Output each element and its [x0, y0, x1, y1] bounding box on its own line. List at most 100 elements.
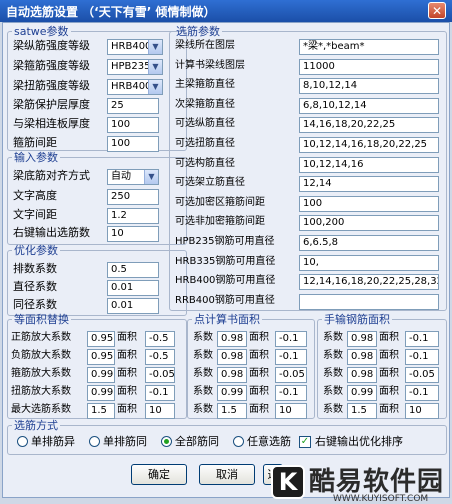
manual-area-area-field[interactable]: -0.1 — [405, 331, 439, 347]
cover-field[interactable]: 25 — [107, 98, 159, 114]
area-label: 面积 — [117, 404, 137, 415]
slab-thickness-label: 与梁相连板厚度 — [13, 117, 90, 130]
title-bar: 自动选筋设置 （‘天下有雪’ 倾情制做） ✕ — [0, 0, 452, 22]
cancel-button[interactable]: 取消 — [199, 464, 255, 485]
text-spacing-field[interactable]: 1.2 — [107, 208, 159, 224]
coef-label: 系数 — [323, 404, 343, 415]
select-param-field[interactable]: 10,12,14,16 — [299, 156, 439, 173]
beam-torsion-grade-select[interactable]: HRB400 ▼ — [107, 79, 163, 95]
manual-area-legend: 手输钢筋面积 — [324, 313, 390, 326]
calc-area-area-field[interactable]: -0.1 — [275, 385, 307, 401]
coef-label: 系数 — [193, 350, 213, 361]
calc-area-coef-field[interactable]: 0.98 — [217, 331, 247, 347]
select-param-field[interactable]: 6,6.5,8 — [299, 235, 439, 251]
manual-area-area-field[interactable]: -0.05 — [405, 367, 439, 383]
method-radio[interactable] — [233, 436, 244, 447]
select-param-label: 可选架立筋直径 — [175, 177, 245, 189]
equal-area-coef-field[interactable]: 0.95 — [87, 331, 115, 347]
manual-area-coef-field[interactable]: 0.98 — [347, 349, 377, 365]
equal-area-area-field[interactable]: -0.1 — [145, 385, 175, 401]
chevron-down-icon: ▼ — [144, 170, 158, 184]
coef-label: 系数 — [193, 332, 213, 343]
method-radio[interactable] — [89, 436, 100, 447]
row-coef-field[interactable]: 0.5 — [107, 262, 159, 278]
input-params-legend: 输入参数 — [14, 151, 58, 164]
text-height-label: 文字高度 — [13, 189, 57, 202]
area-label: 面积 — [379, 368, 399, 379]
calc-area-area-field[interactable]: -0.1 — [275, 349, 307, 365]
close-icon[interactable]: ✕ — [428, 2, 446, 19]
select-params-legend: 选筋参数 — [176, 25, 220, 38]
equal-area-coef-label: 负筋放大系数 — [11, 350, 71, 361]
select-param-field[interactable]: *梁*,*beam* — [299, 39, 439, 55]
select-param-label: 可选纵筋直径 — [175, 118, 235, 130]
equal-area-coef-label: 正筋放大系数 — [11, 332, 71, 343]
ok-button[interactable]: 确定 — [131, 464, 187, 485]
method-radio[interactable] — [17, 436, 28, 447]
right-click-count-field[interactable]: 10 — [107, 226, 159, 242]
coef-label: 系数 — [323, 368, 343, 379]
select-param-field[interactable]: 8,10,12,14 — [299, 78, 439, 95]
watermark-text: 酷易软件园 — [309, 467, 445, 497]
area-label: 面积 — [379, 350, 399, 361]
satwe-legend: satwe参数 — [14, 25, 69, 38]
beam-stirrup-grade-select[interactable]: HPB235 ▼ — [107, 59, 163, 75]
area-label: 面积 — [117, 332, 137, 343]
coef-label: 系数 — [193, 386, 213, 397]
beam-long-grade-select[interactable]: HRB400 ▼ — [107, 39, 163, 55]
select-param-label: HRB335钢筋可用直径 — [175, 255, 276, 267]
select-param-field[interactable]: 11000 — [299, 58, 439, 75]
calc-area-coef-field[interactable]: 0.98 — [217, 349, 247, 365]
select-param-field[interactable] — [299, 293, 439, 310]
area-label: 面积 — [249, 386, 269, 397]
coef-label: 系数 — [323, 350, 343, 361]
select-param-label: 次梁箍筋直径 — [175, 98, 235, 110]
equal-area-coef-field[interactable]: 0.99 — [87, 385, 115, 401]
select-param-field[interactable]: 100 — [299, 195, 439, 212]
calc-area-area-field[interactable]: -0.1 — [275, 331, 307, 347]
equal-area-area-field[interactable]: -0.5 — [145, 349, 175, 365]
beam-torsion-grade-label: 梁扭筋强度等级 — [13, 79, 90, 92]
calc-area-coef-field[interactable]: 0.98 — [217, 367, 247, 383]
diameter-coef-label: 直径系数 — [13, 280, 57, 293]
manual-area-coef-field[interactable]: 0.98 — [347, 331, 377, 347]
select-param-field[interactable]: 12,14,16,18,20,22,25,28,32,36,40 — [299, 274, 439, 291]
calc-area-area-field[interactable]: -0.05 — [275, 367, 307, 383]
area-label: 面积 — [249, 332, 269, 343]
select-param-label: 计算书梁线图层 — [175, 59, 245, 71]
text-height-field[interactable]: 250 — [107, 189, 159, 205]
beam-long-grade-label: 梁纵筋强度等级 — [13, 39, 90, 52]
equal-area-area-field[interactable]: -0.05 — [145, 367, 175, 383]
select-param-label: 主梁箍筋直径 — [175, 79, 235, 91]
equal-area-coef-label: 扭筋放大系数 — [11, 386, 71, 397]
select-param-field[interactable]: 6,8,10,12,14 — [299, 97, 439, 114]
equal-area-area-field[interactable]: -0.5 — [145, 331, 175, 347]
bottom-align-select[interactable]: 自动 ▼ — [107, 169, 159, 185]
optimize-sort-checkbox[interactable]: ✓ — [299, 436, 311, 448]
text-spacing-label: 文字间距 — [13, 208, 57, 221]
equal-area-coef-field[interactable]: 0.99 — [87, 367, 115, 383]
select-param-field[interactable]: 10,12,14,16,18,20,22,25 — [299, 137, 439, 153]
select-param-field[interactable]: 10, — [299, 254, 439, 271]
select-param-field[interactable]: 12,14 — [299, 176, 439, 193]
select-param-label: HRB400钢筋可用直径 — [175, 275, 276, 287]
select-param-label: 梁线所在图层 — [175, 40, 235, 51]
calc-area-coef-field[interactable]: 0.99 — [217, 385, 247, 401]
manual-area-coef-field[interactable]: 0.98 — [347, 367, 377, 383]
select-param-label: HPB235钢筋可用直径 — [175, 236, 275, 247]
diameter-coef-field[interactable]: 0.01 — [107, 280, 159, 296]
method-legend: 选筋方式 — [14, 419, 58, 432]
method-option-label: 任意选筋 — [247, 435, 291, 448]
select-param-field[interactable]: 100,200 — [299, 215, 439, 232]
manual-area-area-field[interactable]: -0.1 — [405, 385, 439, 401]
area-label: 面积 — [379, 404, 399, 415]
method-option-label: 单排筋异 — [31, 435, 75, 448]
equal-area-coef-field[interactable]: 0.95 — [87, 349, 115, 365]
select-param-field[interactable]: 14,16,18,20,22,25 — [299, 117, 439, 134]
area-label: 面积 — [379, 386, 399, 397]
manual-area-area-field[interactable]: -0.1 — [405, 349, 439, 365]
method-radio[interactable] — [161, 436, 172, 447]
slab-thickness-field[interactable]: 100 — [107, 117, 159, 133]
manual-area-coef-field[interactable]: 0.99 — [347, 385, 377, 401]
cover-label: 梁筋保护层厚度 — [13, 98, 90, 111]
